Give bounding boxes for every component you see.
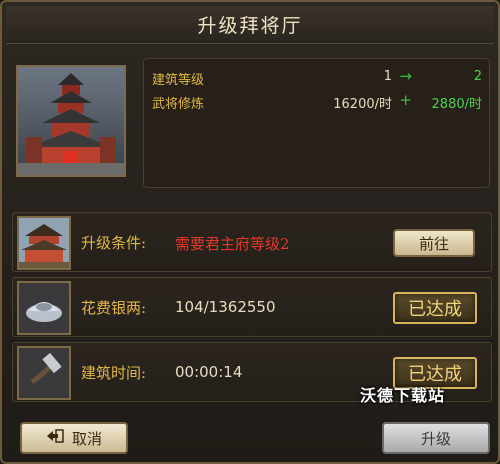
- stat-row-building-level: 建筑等级 1 → 2: [152, 67, 482, 89]
- requirement-row-condition: 升级条件: 需要君主府等级2 前往: [12, 212, 492, 272]
- watermark: 沃德下载站: [360, 386, 446, 405]
- upgrade-dialog: 升级拜将厅 建筑等级 1 → 2 武将修炼 16200/时 + 2880/时 升…: [0, 0, 500, 464]
- stat-current-value: 1: [383, 69, 392, 84]
- plus-icon: +: [399, 91, 412, 109]
- back-arrow-icon: [46, 429, 64, 447]
- stats-panel: 建筑等级 1 → 2 武将修炼 16200/时 + 2880/时: [143, 58, 490, 188]
- go-to-button[interactable]: 前往: [393, 229, 475, 257]
- requirement-value: 00:00:14: [175, 363, 243, 381]
- cancel-label: 取消: [71, 429, 102, 448]
- requirement-row-silver: 花费银两: 104/1362550 已达成: [12, 277, 492, 337]
- silver-ingot-icon: [17, 281, 71, 335]
- stat-current-value: 16200/时: [333, 97, 392, 112]
- stat-bonus-value: 2880/时: [431, 97, 482, 112]
- palace-icon: [17, 216, 71, 270]
- requirement-label: 建筑时间:: [81, 364, 147, 382]
- achieved-badge: 已达成: [393, 292, 477, 324]
- building-image: [16, 65, 126, 177]
- requirement-label: 升级条件:: [81, 234, 147, 252]
- hammer-icon: [17, 346, 71, 400]
- arrow-right-icon: →: [399, 67, 412, 85]
- stat-label: 武将修炼: [152, 97, 205, 112]
- stat-next-value: 2: [473, 69, 482, 84]
- title-bar: 升级拜将厅: [6, 6, 494, 44]
- stat-label: 建筑等级: [152, 73, 205, 88]
- cancel-button[interactable]: 取消: [20, 422, 128, 454]
- requirement-value: 需要君主府等级2: [175, 235, 290, 253]
- upgrade-button[interactable]: 升级: [382, 422, 490, 454]
- requirement-value: 104/1362550: [175, 298, 276, 316]
- dialog-title: 升级拜将厅: [197, 15, 303, 37]
- requirement-label: 花费银两:: [81, 299, 147, 317]
- stat-row-general-training: 武将修炼 16200/时 + 2880/时: [152, 91, 482, 113]
